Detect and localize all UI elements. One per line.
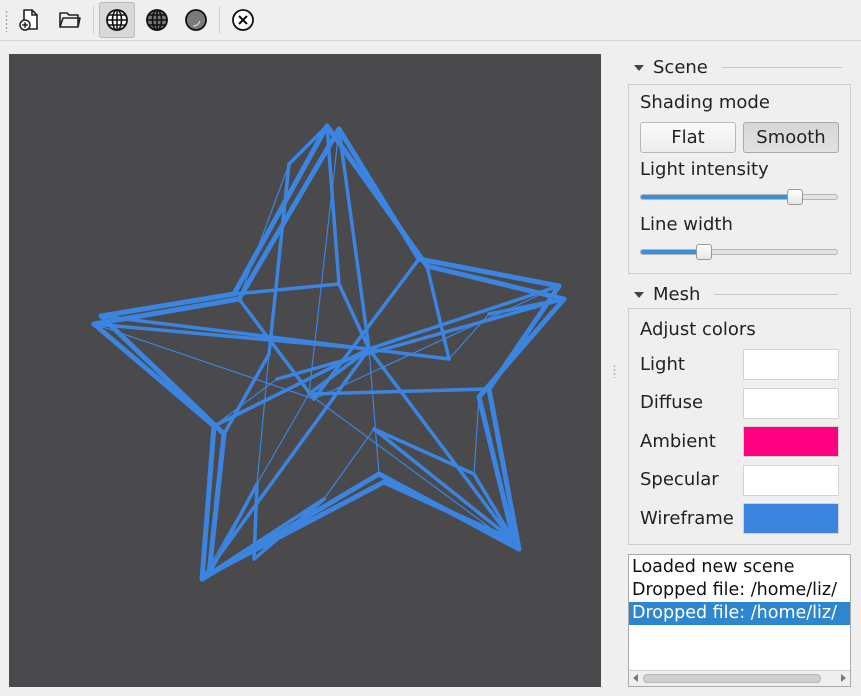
mesh-edge [308,393,520,550]
slider-fill [641,195,795,199]
log-entry[interactable]: Loaded new scene [629,556,850,579]
new-file-icon [19,9,38,31]
mesh-edge [312,257,421,401]
collapse-arrow-icon [634,291,644,298]
slider-handle[interactable] [787,189,803,205]
wireframe-color-label: Wireframe [640,508,734,529]
mesh-group-header[interactable]: Mesh [634,284,839,305]
specular-color-swatch[interactable] [743,465,839,496]
mesh-edge [99,314,451,361]
ambient-color-label: Ambient [640,431,716,452]
wireframe-color-swatch[interactable] [743,503,839,534]
mesh-edge [213,378,278,427]
adjust-colors-label: Adjust colors [640,319,756,340]
scroll-left-icon[interactable] [633,674,638,682]
shaded-wireframe-mode-button[interactable] [139,2,175,38]
ambient-color-swatch[interactable] [743,426,839,457]
shading-mode-label: Shading mode [640,92,770,113]
toolbar-grip[interactable] [5,10,8,32]
mesh-edge [307,387,491,396]
star-mesh-wireframe [91,123,567,582]
close-button[interactable] [225,2,261,38]
mesh-edge [252,497,326,561]
app-window: Scene Shading mode Flat Smooth Light int… [0,0,861,696]
scene-group-title: Scene [653,57,708,78]
mesh-edge [236,126,342,302]
smooth-button[interactable]: Smooth [743,122,839,153]
line-width-slider[interactable] [640,244,838,260]
mesh-edge [368,348,380,475]
diffuse-color-swatch[interactable] [743,388,839,419]
wireframe-mode-button[interactable] [99,2,135,38]
scrollbar-thumb[interactable] [643,674,821,683]
mesh-edge [473,396,480,475]
scroll-right-icon[interactable] [841,674,846,682]
toolbar-separator [219,6,220,34]
solid-sphere-icon [185,9,207,31]
close-circle-icon [232,9,254,31]
collapse-arrow-icon [634,64,644,71]
log-entry[interactable]: Dropped file: /home/liz/ [629,602,850,625]
3d-viewport[interactable] [9,54,601,687]
header-rule [721,67,842,68]
open-folder-icon [59,12,81,28]
shaded-globe-icon [146,9,168,31]
horizontal-scrollbar[interactable] [629,670,850,686]
light-color-swatch[interactable] [743,349,839,380]
open-file-button[interactable] [52,2,88,38]
slider-handle[interactable] [696,244,712,260]
toolbar-separator [93,6,94,34]
specular-color-label: Specular [640,469,719,490]
line-width-label: Line width [640,214,733,235]
slider-fill [641,250,704,254]
solid-mode-button[interactable] [178,2,214,38]
mesh-edge [212,347,371,428]
mesh-edge [91,321,217,429]
light-intensity-label: Light intensity [640,159,769,180]
mesh-group-title: Mesh [653,284,701,305]
header-rule [714,294,839,295]
log-list[interactable]: Loaded new scene Dropped file: /home/liz… [628,554,851,687]
toolbar [0,0,861,41]
flat-button[interactable]: Flat [640,122,736,153]
light-intensity-slider[interactable] [640,189,838,205]
mesh-edge [200,347,371,581]
mesh-edge [231,123,330,297]
light-color-label: Light [640,354,685,375]
diffuse-color-label: Diffuse [640,392,704,413]
wireframe-globe-icon [106,9,128,31]
log-entry[interactable]: Dropped file: /home/liz/ [629,579,850,602]
new-scene-button[interactable] [12,2,48,38]
splitter-handle[interactable] [613,364,616,378]
scene-group-header[interactable]: Scene [634,57,842,78]
